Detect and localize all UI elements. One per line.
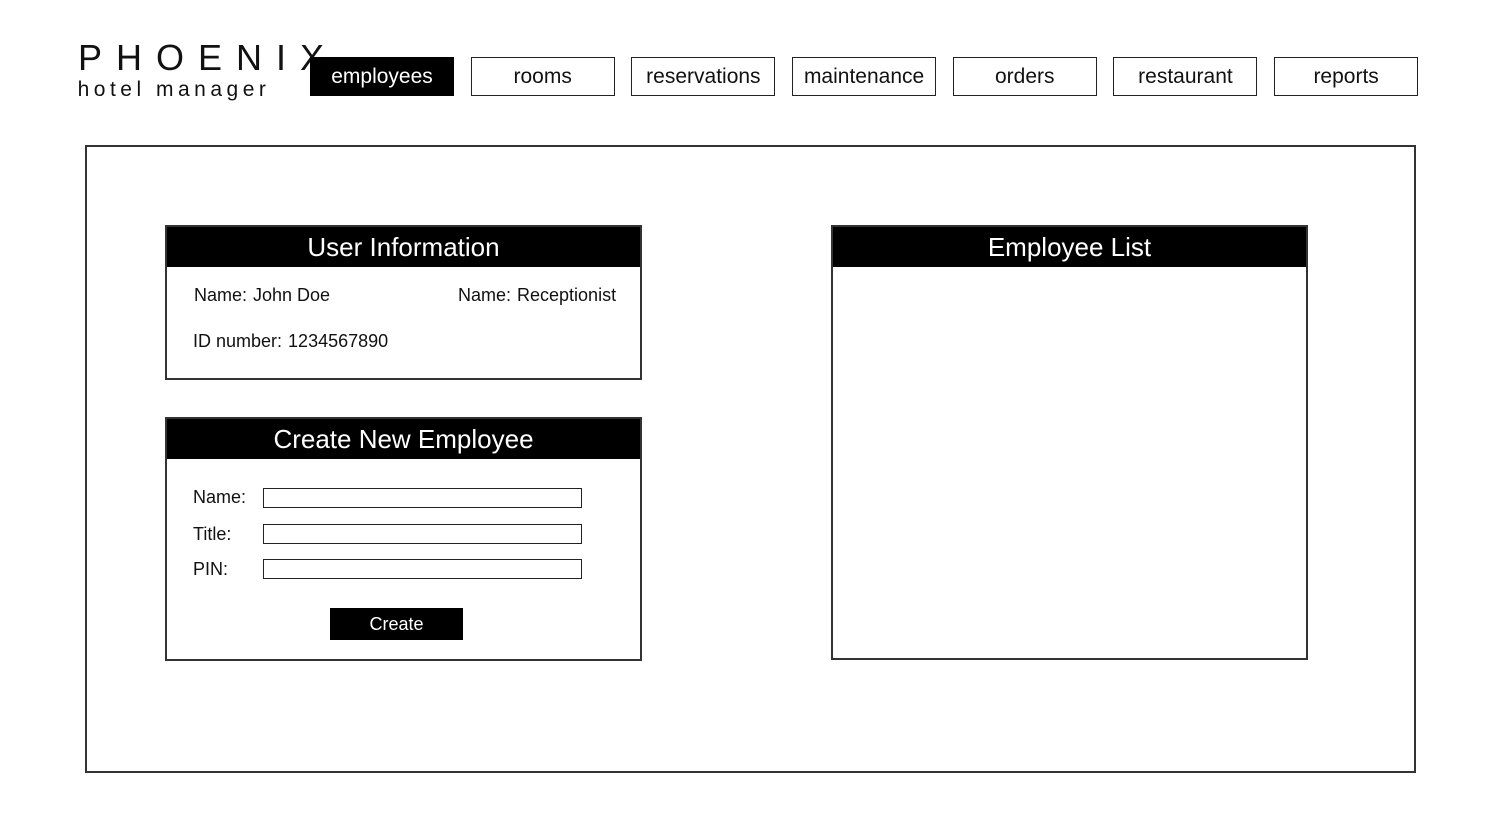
brand-subtitle: hotel manager [77,78,271,101]
tab-orders[interactable]: orders [952,57,1097,96]
title-field[interactable] [263,524,582,544]
brand-title: PHOENIX [78,37,339,78]
tab-maintenance[interactable]: maintenance [792,57,937,96]
create-employee-header: Create New Employee [167,419,640,459]
create-button[interactable]: Create [330,608,463,640]
user-id-row: ID number: 1234567890 [193,331,388,352]
user-title-label: Name: [458,285,512,305]
name-field[interactable] [263,488,582,508]
main-nav: employees rooms reservations maintenance… [310,57,1419,96]
employee-list-header: Employee List [833,227,1306,267]
user-information-header: User Information [167,227,640,267]
employee-list-panel: Employee List [831,225,1308,660]
name-field-label: Name: [193,487,247,507]
employee-list-body [833,267,1306,658]
tab-reservations[interactable]: reservations [631,57,776,96]
tab-restaurant[interactable]: restaurant [1113,57,1258,96]
tab-reports[interactable]: reports [1274,57,1419,96]
create-employee-panel: Create New Employee Name: Title: PIN: Cr… [165,417,642,661]
pin-field[interactable] [263,559,582,579]
title-field-label: Title: [193,524,232,544]
tab-rooms[interactable]: rooms [470,57,615,96]
user-title-value: Receptionist [517,285,617,305]
tab-employees[interactable]: employees [310,57,454,96]
user-information-panel: User Information Name: John Doe Name: Rece… [165,225,642,380]
brand-logo: PHOENIX hotel manager [64,37,339,102]
user-name-value: John Doe [253,285,331,305]
user-id-value: 1234567890 [288,331,389,351]
pin-field-label: PIN: [193,559,229,579]
user-title-row: Name: Receptionist [458,285,616,306]
user-name-row: Name: John Doe [194,285,330,306]
user-name-label: Name: [194,285,248,305]
user-id-label: ID number: [193,331,283,351]
